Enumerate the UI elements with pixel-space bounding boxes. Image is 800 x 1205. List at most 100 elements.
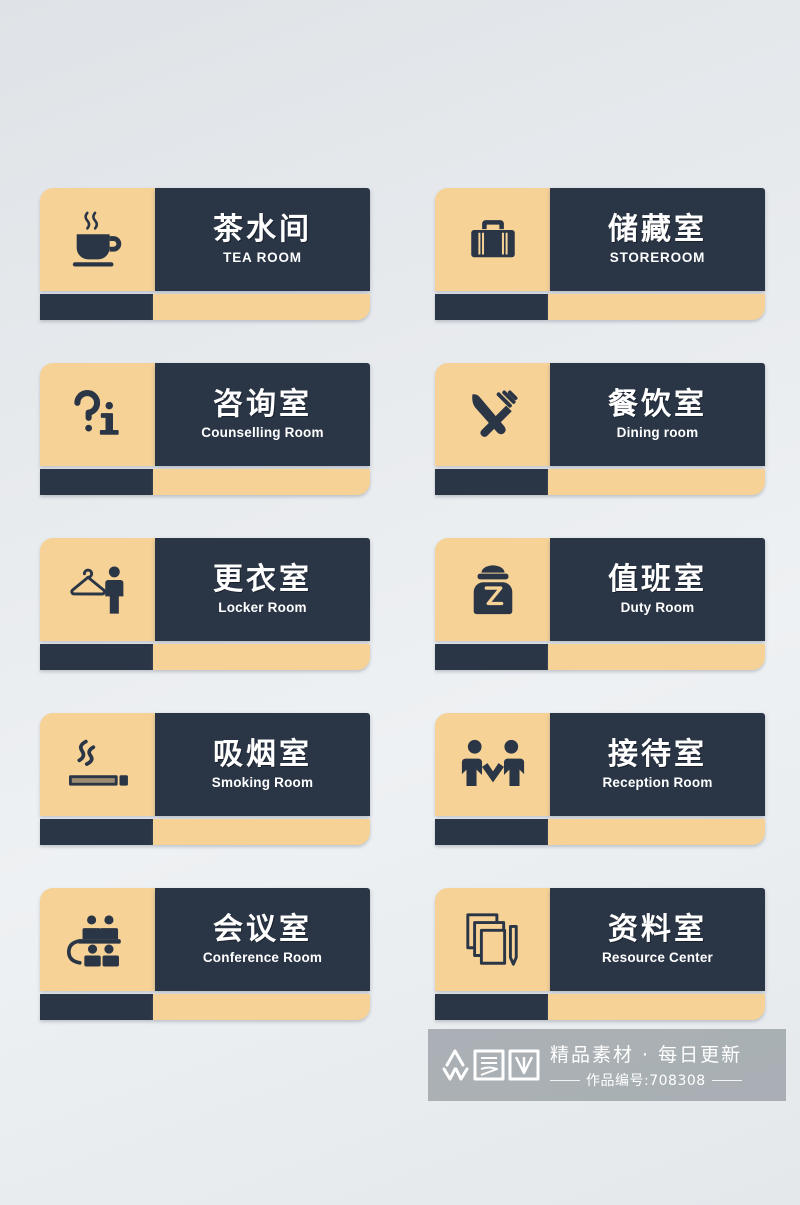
sign-title-cn: 接待室 [608,736,707,772]
suitcase-icon [464,211,522,269]
bottom-stub-dark [40,294,153,320]
text-panel: 咨询室 Counselling Room [155,363,370,466]
sign-title-en: Smoking Room [211,775,314,791]
question-info-icon [68,385,128,445]
sign-title-en: TEA ROOM [223,250,302,266]
sign-plate-storeroom[interactable]: 储藏室 STOREROOM [435,188,765,320]
bottom-tail-tan [153,994,370,1020]
plate-bottom-band [40,294,370,320]
bottom-stub-dark [435,294,548,320]
plate-body: 茶水间 TEA ROOM [40,188,370,320]
sign-title-cn: 餐饮室 [608,386,707,422]
sign-title-en: Locker Room [218,600,307,616]
plate-bottom-band [40,819,370,845]
text-panel: 接待室 Reception Room [550,713,765,816]
text-panel: 更衣室 Locker Room [155,538,370,641]
bottom-tail-tan [548,644,765,670]
icon-panel [40,538,155,641]
plate-bottom-band [40,469,370,495]
bottom-stub-dark [40,994,153,1020]
bottom-tail-tan [548,994,765,1020]
watermark-work-number: 作品编号:708308 [586,1073,706,1089]
text-panel: 会议室 Conference Room [155,888,370,991]
watermark-code-row: 作品编号:708308 [550,1070,742,1090]
sign-plate-resource-center[interactable]: 资料室 Resource Center [435,888,765,1020]
plate-body: 接待室 Reception Room [435,713,765,845]
plate-top-band: 储藏室 STOREROOM [435,188,765,291]
text-panel: 值班室 Duty Room [550,538,765,641]
meeting-table-icon [66,911,129,969]
sign-title-cn: 储藏室 [608,211,707,247]
plate-top-band: 餐饮室 Dining room [435,363,765,466]
plate-bottom-band [435,644,765,670]
bottom-stub-dark [40,469,153,495]
bottom-tail-tan [153,644,370,670]
text-panel: 资料室 Resource Center [550,888,765,991]
bottom-stub-dark [435,644,548,670]
sign-title-en: Resource Center [601,950,714,966]
bottom-stub-dark [435,469,548,495]
sign-title-cn: 咨询室 [213,386,312,422]
icon-panel [40,888,155,991]
plate-body: 更衣室 Locker Room [40,538,370,670]
plate-body: 餐饮室 Dining room [435,363,765,495]
plate-top-band: 资料室 Resource Center [435,888,765,991]
sign-title-en: Conference Room [202,950,323,966]
icon-panel [435,538,550,641]
sign-title-cn: 值班室 [608,561,707,597]
text-panel: 吸烟室 Smoking Room [155,713,370,816]
sign-plate-duty-room[interactable]: 值班室 Duty Room [435,538,765,670]
bottom-tail-tan [548,819,765,845]
bottom-tail-tan [153,469,370,495]
sign-title-cn: 茶水间 [213,211,312,247]
icon-panel [40,363,155,466]
watermark-logo [438,1045,542,1085]
plate-body: 资料室 Resource Center [435,888,765,1020]
sign-title-en: Counselling Room [201,425,324,441]
bottom-stub-dark [40,644,153,670]
documents-stack-icon [462,909,524,971]
plate-bottom-band [435,294,765,320]
fork-knife-icon [463,385,523,445]
guard-officer-icon [466,559,520,621]
plate-bottom-band [435,819,765,845]
plate-bottom-band [435,469,765,495]
sign-plate-tea-room[interactable]: 茶水间 TEA ROOM [40,188,370,320]
coffee-cup-icon [67,209,129,271]
bottom-tail-tan [153,294,370,320]
rule-left [550,1079,580,1081]
sign-title-en: Dining room [616,425,699,441]
sign-title-cn: 更衣室 [213,561,312,597]
watermark-banner: 精品素材 · 每日更新 作品编号:708308 [428,1029,786,1101]
hanger-person-icon [66,561,130,619]
plate-top-band: 吸烟室 Smoking Room [40,713,370,816]
plate-body: 咨询室 Counselling Room [40,363,370,495]
watermark-text-block: 精品素材 · 每日更新 作品编号:708308 [550,1040,742,1090]
icon-panel [435,888,550,991]
bottom-tail-tan [548,294,765,320]
cigarette-icon [65,736,131,794]
plate-top-band: 会议室 Conference Room [40,888,370,991]
plate-top-band: 咨询室 Counselling Room [40,363,370,466]
rule-right [711,1079,742,1081]
sign-plate-conference-room[interactable]: 会议室 Conference Room [40,888,370,1020]
bottom-tail-tan [548,469,765,495]
icon-panel [435,713,550,816]
icon-panel [40,713,155,816]
sign-plate-dining-room[interactable]: 餐饮室 Dining room [435,363,765,495]
sign-plate-reception-room[interactable]: 接待室 Reception Room [435,713,765,845]
handshake-people-icon [461,736,525,794]
text-panel: 茶水间 TEA ROOM [155,188,370,291]
plate-body: 吸烟室 Smoking Room [40,713,370,845]
sign-title-en: Reception Room [602,775,713,791]
bottom-stub-dark [40,819,153,845]
sign-plate-counselling-room[interactable]: 咨询室 Counselling Room [40,363,370,495]
sign-plate-locker-room[interactable]: 更衣室 Locker Room [40,538,370,670]
text-panel: 餐饮室 Dining room [550,363,765,466]
icon-panel [435,363,550,466]
plate-top-band: 值班室 Duty Room [435,538,765,641]
sign-plate-smoking-room[interactable]: 吸烟室 Smoking Room [40,713,370,845]
plate-body: 会议室 Conference Room [40,888,370,1020]
plate-bottom-band [40,644,370,670]
plate-bottom-band [435,994,765,1020]
